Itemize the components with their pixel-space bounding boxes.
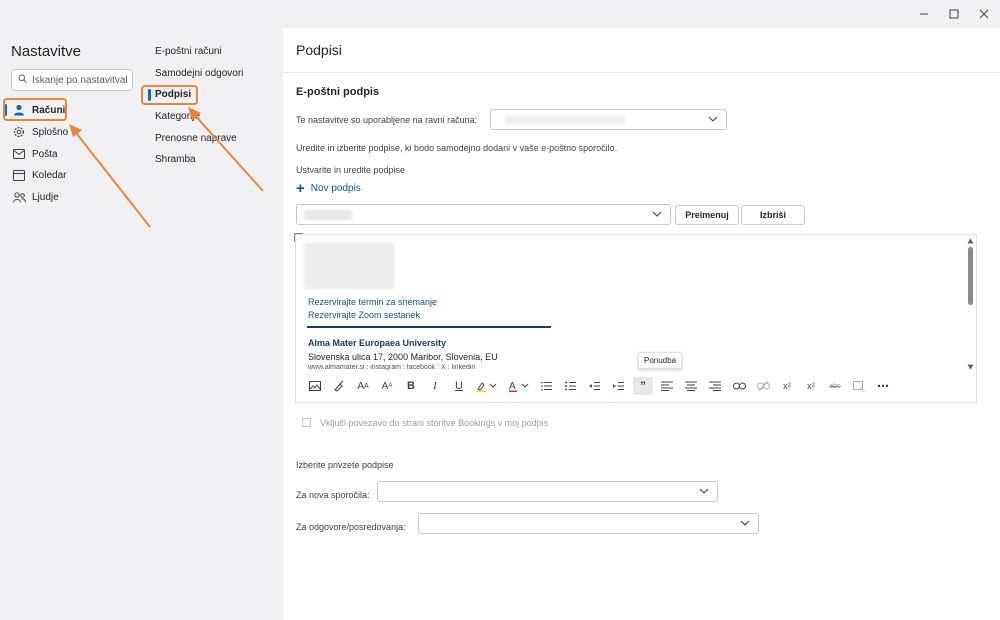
nav-label: Ljudje xyxy=(32,191,59,203)
replies-label: Za odgovore/posredovanja: xyxy=(296,522,406,532)
bullets-icon[interactable] xyxy=(537,377,557,395)
more-options-icon[interactable]: ⋯ xyxy=(873,377,893,395)
increase-indent-icon[interactable] xyxy=(609,377,629,395)
settings-search-input[interactable]: Iskanje po nastavitval xyxy=(11,69,133,91)
quote-icon[interactable]: ” xyxy=(633,377,653,395)
chevron-down-icon xyxy=(652,210,662,221)
calendar-icon xyxy=(12,168,26,182)
section-title: E-poštni podpis xyxy=(296,86,380,98)
chevron-down-icon xyxy=(699,487,709,498)
replies-signature-select[interactable] xyxy=(418,513,759,534)
rename-button[interactable]: Preimenuj xyxy=(675,205,739,225)
signature-editor[interactable]: Rezervirajte termin za snemanje Rezervir… xyxy=(295,234,977,403)
new-signature-button[interactable]: + Nov podpis xyxy=(296,179,361,197)
plus-icon: + xyxy=(296,179,305,197)
signature-link-zoom[interactable]: Rezervirajte Zoom sestanek xyxy=(308,310,420,320)
subnav-storage[interactable]: Shramba xyxy=(155,152,196,168)
signatures-panel: Podpisi E-poštni podpis Te nastavitve so… xyxy=(283,28,1000,620)
italic-icon[interactable]: I xyxy=(425,377,445,395)
strikethrough-icon[interactable]: abc xyxy=(825,377,845,395)
account-select[interactable] xyxy=(490,109,727,130)
grow-font-icon[interactable]: AA xyxy=(377,377,397,395)
gear-icon xyxy=(12,125,26,139)
close-icon[interactable] xyxy=(976,6,992,22)
nav-item-mail[interactable]: Pošta xyxy=(0,144,140,164)
people-icon xyxy=(12,190,26,204)
format-painter-icon[interactable] xyxy=(329,377,349,395)
new-messages-label: Za nova sporočila: xyxy=(296,490,370,500)
signature-logo-image xyxy=(304,243,394,289)
underline-icon[interactable]: U xyxy=(449,377,469,395)
signatures-description: Uredite in izberite podpise, ki bodo sam… xyxy=(296,143,618,153)
svg-text:A: A xyxy=(509,381,516,392)
subnav-automatic-replies[interactable]: Samodejni odgovori xyxy=(155,66,243,82)
nav-item-calendar[interactable]: Koledar xyxy=(0,165,140,185)
nav-label: Pošta xyxy=(32,148,58,160)
clear-formatting-icon[interactable] xyxy=(849,377,869,395)
chevron-down-icon xyxy=(708,115,718,126)
signature-divider xyxy=(307,326,551,328)
subscript-icon[interactable]: x2 xyxy=(801,377,821,395)
header-divider xyxy=(283,72,1000,73)
accounts-subnav: E-poštni računi Samodejni odgovori Podpi… xyxy=(140,28,283,620)
scroll-down-icon[interactable] xyxy=(967,362,974,373)
font-size-icon[interactable]: AA xyxy=(353,377,373,395)
subnav-email-accounts[interactable]: E-poštni računi xyxy=(155,44,222,60)
signature-organization: Alma Mater Europaea University xyxy=(308,338,447,348)
signature-link-recording[interactable]: Rezervirajte termin za snemanje xyxy=(308,297,437,307)
nav-item-people[interactable]: Ljudje xyxy=(0,187,140,207)
scroll-up-icon[interactable] xyxy=(967,236,974,247)
annotation-highlight-accounts xyxy=(3,98,67,121)
default-signatures-title: Izberite privzete podpise xyxy=(296,460,394,470)
scroll-thumb[interactable] xyxy=(968,247,973,305)
mail-icon xyxy=(12,147,26,161)
account-level-label: Te nastavitve so uporabljene na ravni ra… xyxy=(296,115,478,125)
formatting-toolbar: AA AA B I U A ” x 2 x 2 abc ⋯ xyxy=(301,375,911,397)
new-messages-signature-select[interactable] xyxy=(377,481,718,502)
signature-social-links: www.almamater.si : instagram : facebook … xyxy=(308,364,476,370)
annotation-highlight-signatures xyxy=(141,85,198,105)
create-edit-label: Ustvarite in uredite podpise xyxy=(296,165,406,175)
editor-scrollbar[interactable] xyxy=(964,235,976,370)
align-right-icon[interactable] xyxy=(705,377,725,395)
subnav-mobile-devices[interactable]: Prenosne naprave xyxy=(155,131,237,147)
search-placeholder: Iskanje po nastavitval xyxy=(32,74,128,86)
remove-link-icon[interactable] xyxy=(753,377,773,395)
chevron-down-icon xyxy=(740,519,750,530)
nav-item-general[interactable]: Splošno xyxy=(0,122,140,142)
nav-label: Splošno xyxy=(32,126,69,138)
search-icon xyxy=(18,74,32,86)
highlight-color-icon[interactable] xyxy=(473,377,501,395)
signature-name-select[interactable] xyxy=(296,204,671,225)
signature-address: Slovenska ulica 17, 2000 Maribor, Sloven… xyxy=(308,352,498,362)
title-bar xyxy=(0,0,1000,28)
bookings-label: Vključi povezavo do strani storitve Book… xyxy=(320,418,549,428)
numbering-icon[interactable] xyxy=(561,377,581,395)
nav-label: Koledar xyxy=(32,169,67,181)
decrease-indent-icon[interactable] xyxy=(585,377,605,395)
settings-title: Nastavitve xyxy=(11,43,82,60)
minimize-icon[interactable] xyxy=(916,6,932,22)
tooltip: Ponudba xyxy=(638,352,683,369)
superscript-icon[interactable]: x2 xyxy=(777,377,797,395)
redacted-account xyxy=(505,116,625,124)
insert-link-icon[interactable] xyxy=(729,377,749,395)
redacted-signature-name xyxy=(304,210,352,220)
align-left-icon[interactable] xyxy=(657,377,677,395)
insert-picture-icon[interactable] xyxy=(305,377,325,395)
new-signature-label: Nov podpis xyxy=(310,183,361,194)
maximize-icon[interactable] xyxy=(946,6,962,22)
bold-icon[interactable]: B xyxy=(401,377,421,395)
bookings-checkbox[interactable] xyxy=(302,418,311,427)
align-center-icon[interactable] xyxy=(681,377,701,395)
subnav-categories[interactable]: Kategorije xyxy=(155,109,200,125)
font-color-icon[interactable]: A xyxy=(505,377,533,395)
delete-button[interactable]: Izbriši xyxy=(741,205,805,225)
page-title: Podpisi xyxy=(296,42,342,58)
